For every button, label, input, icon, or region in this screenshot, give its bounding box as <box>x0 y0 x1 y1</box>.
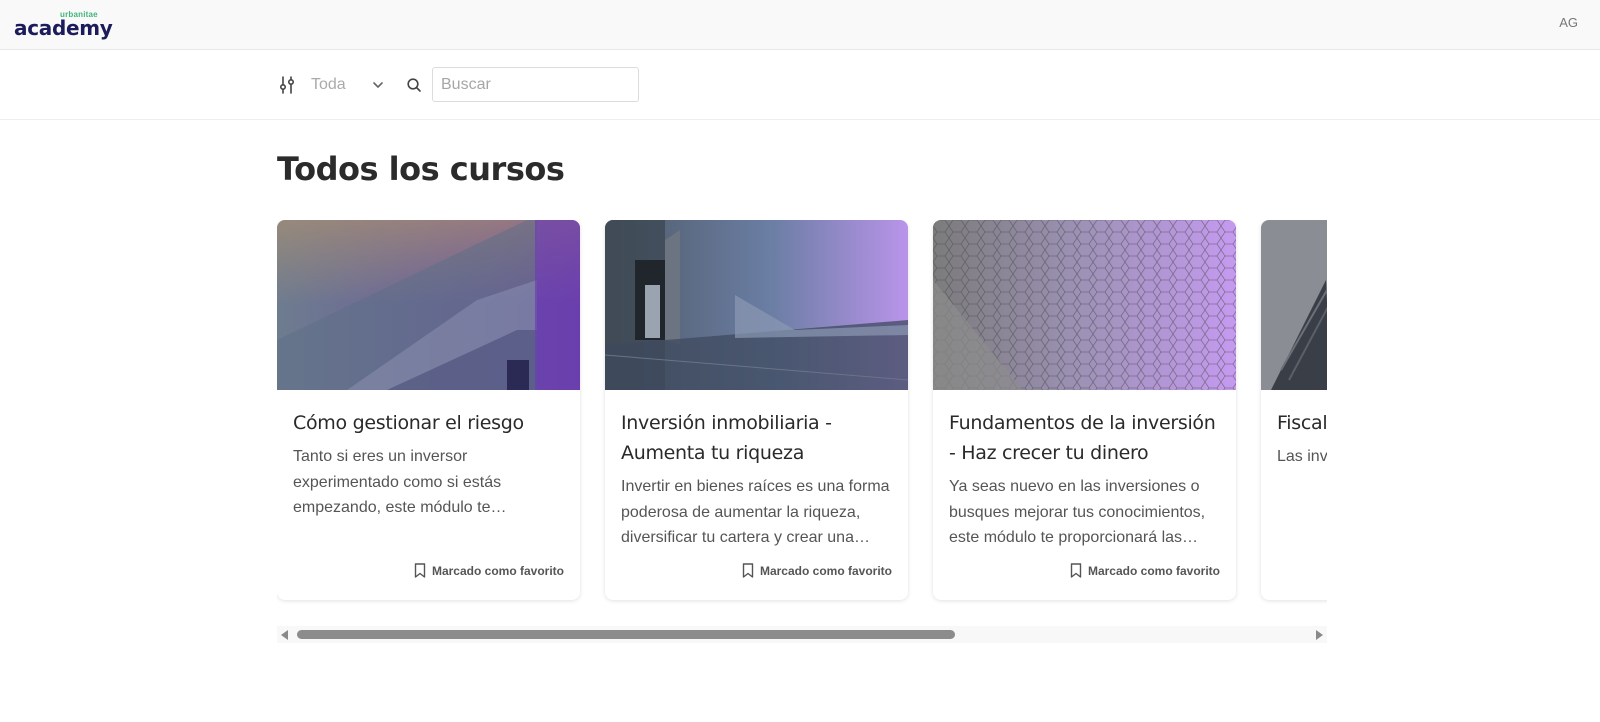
bookmark-icon <box>742 563 754 578</box>
scrollbar-thumb[interactable] <box>297 630 955 639</box>
page-title: Todos los cursos <box>277 150 565 188</box>
category-select-value: Toda <box>311 76 346 93</box>
scroll-left-arrow-icon[interactable] <box>281 630 288 640</box>
chevron-down-icon <box>373 82 383 88</box>
favorite-label: Marcado como favorito <box>1087 563 1220 578</box>
category-select[interactable]: Toda <box>303 68 393 102</box>
courses-carousel[interactable]: Cómo gestionar el riesgo Tanto si eres u… <box>277 220 1327 608</box>
course-thumbnail <box>605 220 908 390</box>
top-header: urbanitae academy AG <box>0 0 1600 50</box>
course-thumbnail <box>1261 220 1327 390</box>
scroll-right-arrow-icon[interactable] <box>1316 630 1323 640</box>
course-title[interactable]: Fundamentos de la inversión - Haz crecer… <box>949 408 1220 468</box>
bookmark-icon <box>414 563 426 578</box>
course-card[interactable]: Fiscal Invers Las inv certeza No imp <box>1261 220 1327 600</box>
search-icon <box>407 78 421 92</box>
favorite-label: Marcado como favorito <box>431 563 564 578</box>
course-card[interactable]: Fundamentos de la inversión - Haz crecer… <box>933 220 1236 600</box>
favorite-toggle[interactable]: Marcado como favorito <box>414 563 564 578</box>
course-description: Las inv certeza No imp <box>1277 448 1327 465</box>
course-card[interactable]: Inversión inmobiliaria - Aumenta tu riqu… <box>605 220 908 600</box>
logo-wordmark: academy <box>14 16 113 40</box>
bookmark-icon <box>1070 563 1082 578</box>
filter-bar: Toda <box>0 50 1600 120</box>
course-title[interactable]: Inversión inmobiliaria - Aumenta tu riqu… <box>621 408 892 468</box>
search-input[interactable] <box>432 67 639 102</box>
course-thumbnail <box>933 220 1236 390</box>
favorite-toggle[interactable]: Marcado como favorito <box>1070 563 1220 578</box>
favorite-label: Marcado como favorito <box>759 563 892 578</box>
courses-track: Cómo gestionar el riesgo Tanto si eres u… <box>277 220 1327 608</box>
filter-sliders-icon <box>279 76 295 94</box>
favorite-toggle[interactable]: Marcado como favorito <box>742 563 892 578</box>
course-card[interactable]: Cómo gestionar el riesgo Tanto si eres u… <box>277 220 580 600</box>
course-title[interactable]: Fiscal Invers <box>1277 408 1327 438</box>
course-description: Tanto si eres un inversor experimentado … <box>293 448 502 516</box>
carousel-scrollbar[interactable] <box>277 626 1327 643</box>
course-thumbnail <box>277 220 580 390</box>
academy-logo[interactable]: urbanitae academy <box>14 6 114 44</box>
course-description: Invertir en bienes raíces es una forma p… <box>621 478 890 546</box>
course-description: Ya seas nuevo en las inversiones o busqu… <box>949 478 1206 546</box>
user-avatar[interactable]: AG <box>1559 15 1578 30</box>
course-title[interactable]: Cómo gestionar el riesgo <box>293 408 564 438</box>
